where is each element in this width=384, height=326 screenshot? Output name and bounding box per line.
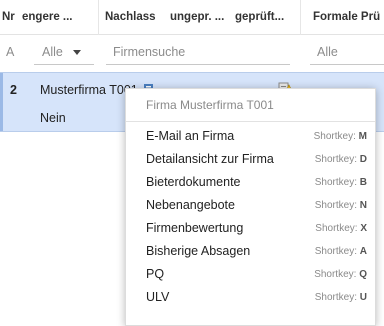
context-menu-title: Firma Musterfirma T001 — [146, 98, 274, 112]
menu-item-ulv[interactable]: ULV Shortkey: U — [126, 287, 375, 310]
menu-item-label: E-Mail an Firma — [146, 129, 235, 143]
menu-item-shortkey: Shortkey: Q — [314, 269, 367, 280]
nein-value: Nein — [40, 111, 66, 125]
column-header-nr[interactable]: Nr — [2, 0, 22, 34]
menu-item-firmenbewertung[interactable]: Firmenbewertung Shortkey: X — [126, 218, 375, 241]
column-header-engere[interactable]: engere ... — [22, 0, 92, 34]
menu-item-shortkey: Shortkey: D — [314, 154, 367, 165]
filter-underline — [106, 64, 290, 65]
menu-item-bieterdokumente[interactable]: Bieterdokumente Shortkey: B — [126, 172, 375, 195]
menu-divider — [126, 121, 375, 122]
column-header-geprueft[interactable]: geprüft... — [235, 0, 293, 34]
menu-item-bisherige-absagen[interactable]: Bisherige Absagen Shortkey: A — [126, 241, 375, 264]
context-menu: Firma Musterfirma T001 E-Mail an Firma S… — [125, 88, 376, 326]
menu-item-label: PQ — [146, 267, 165, 281]
nr-filter[interactable]: A — [6, 35, 14, 70]
chevron-down-icon — [72, 50, 81, 56]
menu-item-shortkey: Shortkey: A — [314, 246, 367, 257]
menu-item-shortkey: Shortkey: M — [313, 131, 367, 142]
bidder-grid: Nr engere ... Nachlass ungepr. ... geprü… — [0, 0, 384, 326]
menu-item-email[interactable]: E-Mail an Firma Shortkey: M — [126, 126, 375, 149]
filter-row: A Alle Firmensuche Alle — [0, 35, 384, 70]
menu-item-shortkey: Shortkey: X — [315, 223, 367, 234]
row-number: 2 — [10, 83, 17, 97]
filter-underline — [310, 64, 384, 65]
menu-item-label: Firmenbewertung — [146, 221, 244, 235]
column-header-nachlass[interactable]: Nachlass — [105, 0, 165, 34]
menu-item-label: ULV — [146, 290, 170, 304]
menu-item-shortkey: Shortkey: U — [314, 292, 367, 303]
menu-item-pq[interactable]: PQ Shortkey: Q — [126, 264, 375, 287]
grid-header: Nr engere ... Nachlass ungepr. ... geprü… — [0, 0, 384, 35]
menu-item-shortkey: Shortkey: B — [314, 177, 367, 188]
menu-item-shortkey: Shortkey: N — [314, 200, 367, 211]
menu-item-label: Nebenangebote — [146, 198, 235, 212]
engere-filter-value: Alle — [42, 45, 63, 59]
menu-item-detailansicht[interactable]: Detailansicht zur Firma Shortkey: D — [126, 149, 375, 172]
column-header-formale-pruefung[interactable]: Formale Prü — [313, 0, 384, 34]
menu-item-label: Detailansicht zur Firma — [146, 152, 274, 166]
menu-item-label: Bisherige Absagen — [146, 244, 251, 258]
firm-name[interactable]: Musterfirma T001 — [40, 83, 138, 97]
filter-underline — [34, 64, 94, 65]
menu-item-nebenangebote[interactable]: Nebenangebote Shortkey: N — [126, 195, 375, 218]
row-selection-marker — [0, 73, 3, 131]
menu-item-label: Bieterdokumente — [146, 175, 241, 189]
column-header-ungeprueft[interactable]: ungepr. ... — [170, 0, 232, 34]
